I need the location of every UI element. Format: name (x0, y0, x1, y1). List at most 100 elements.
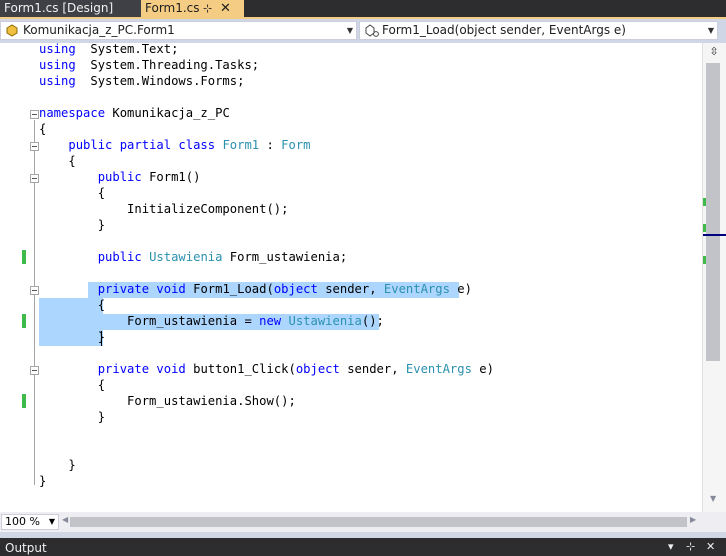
vertical-scrollbar[interactable]: ⇳ ▼ (702, 43, 726, 512)
code-text: Komunikacja_z_PC (105, 106, 230, 120)
method-icon (364, 23, 380, 42)
code-line[interactable]: public Form1() (39, 169, 201, 185)
code-keyword: using (39, 42, 76, 56)
code-line[interactable]: } (39, 473, 46, 489)
output-menu-icon[interactable]: ▾ (668, 540, 674, 553)
horizontal-scroll-thumb[interactable] (70, 517, 687, 527)
code-line[interactable]: { (39, 377, 105, 393)
code-text: (); (361, 314, 384, 328)
collapse-namespace-icon[interactable] (30, 110, 39, 119)
chevron-down-icon: ▼ (346, 26, 353, 35)
tab-form1-cs[interactable]: Form1.cs ⊹ ✕ (141, 0, 244, 17)
change-marker (22, 394, 26, 408)
code-type-name: Ustawienia (149, 250, 223, 264)
code-line[interactable]: using System.Text; (39, 41, 178, 57)
code-line[interactable]: namespace Komunikacja_z_PC (39, 105, 230, 121)
code-text: Form_ustawienia = (39, 314, 260, 328)
code-line[interactable]: public partial class Form1 : Form (39, 137, 311, 153)
code-keyword: using (39, 74, 76, 88)
code-line[interactable]: } (39, 409, 105, 425)
code-text: System.Windows.Forms; (75, 74, 245, 88)
code-line[interactable]: public Ustawienia Form_ustawienia; (39, 249, 348, 265)
text-caret (101, 331, 102, 346)
code-keyword: object (295, 362, 340, 376)
output-panel-title[interactable]: Output (5, 540, 47, 556)
member-dropdown-value: Form1_Load(object sender, EventArgs e) (382, 23, 626, 37)
code-keyword: public partial class (68, 138, 216, 152)
code-keyword: using (39, 58, 76, 72)
code-line[interactable]: { (39, 153, 76, 169)
code-line[interactable]: { (39, 297, 105, 313)
change-map-marker (703, 256, 706, 264)
code-text: } (39, 458, 76, 472)
class-dropdown[interactable]: Komunikacja_z_PC.Form1 ▼ (0, 21, 357, 40)
code-line[interactable]: } (39, 217, 105, 233)
code-text: Form_ustawienia; (222, 250, 348, 264)
pin-tab-icon[interactable]: ⊹ (203, 0, 212, 17)
tab-label: Form1.cs [Design] (4, 1, 114, 15)
code-text: { (39, 298, 106, 312)
code-text: : (259, 138, 282, 152)
code-line[interactable]: } (39, 457, 76, 473)
code-line[interactable]: { (39, 185, 105, 201)
code-line[interactable]: private void Form1_Load(object sender, E… (39, 281, 472, 297)
code-line[interactable]: private void button1_Click(object sender… (39, 361, 494, 377)
chevron-down-icon: ▼ (48, 517, 55, 526)
code-line[interactable]: using System.Windows.Forms; (39, 73, 244, 89)
pin-panel-icon[interactable]: ⊹ (686, 540, 695, 553)
code-text: } (39, 218, 106, 232)
tab-form1-design[interactable]: Form1.cs [Design] (0, 0, 144, 17)
code-text: button1_Click( (185, 362, 296, 376)
code-text: { (39, 122, 47, 136)
code-text: { (39, 378, 106, 392)
member-dropdown[interactable]: Form1_Load(object sender, EventArgs e) ▼ (359, 21, 718, 40)
code-type-name: EventArgs (405, 362, 472, 376)
collapse-method-icon[interactable] (30, 366, 39, 375)
split-window-icon[interactable]: ⇳ (707, 45, 721, 58)
code-keyword: public (97, 170, 142, 184)
code-keyword: object (273, 282, 318, 296)
collapse-method-icon[interactable] (30, 286, 39, 295)
code-type-name: Form (281, 138, 311, 152)
code-line[interactable]: { (39, 121, 46, 137)
code-type-name: EventArgs (383, 282, 450, 296)
change-map-marker (703, 198, 706, 206)
code-editor[interactable]: using System.Text; using System.Threading… (0, 41, 702, 512)
code-text: sender, (317, 282, 384, 296)
code-text: Form_ustawienia.Show(); (39, 394, 296, 408)
close-panel-icon[interactable]: ✕ (706, 540, 715, 553)
code-line[interactable]: InitializeComponent(); (39, 201, 288, 217)
code-text: Form1() (141, 170, 201, 184)
scroll-down-icon[interactable]: ▼ (710, 494, 716, 503)
code-text: { (39, 154, 76, 168)
caret-position-marker (703, 234, 726, 236)
code-text: System.Text; (75, 42, 179, 56)
code-type-name: Form1 (222, 138, 260, 152)
code-text: e) (471, 362, 494, 376)
code-line[interactable]: Form_ustawienia.Show(); (39, 393, 296, 409)
change-marker (22, 250, 26, 264)
class-icon (5, 23, 19, 42)
code-text: System.Threading.Tasks; (75, 58, 260, 72)
code-keyword: new (259, 314, 282, 328)
collapse-constructor-icon[interactable] (30, 174, 39, 183)
chevron-down-icon: ▼ (707, 26, 714, 35)
code-text: e) (449, 282, 472, 296)
vertical-scroll-thumb[interactable] (706, 63, 720, 361)
scroll-left-icon[interactable]: ◀ (62, 515, 68, 524)
scroll-right-icon[interactable]: ▶ (690, 515, 696, 524)
code-line[interactable]: using System.Threading.Tasks; (39, 57, 259, 73)
close-tab-icon[interactable]: ✕ (220, 0, 231, 17)
zoom-dropdown[interactable]: 100 % ▼ (1, 514, 59, 530)
zoom-value: 100 % (5, 515, 40, 528)
editor-bottom-bar: 100 % ▼ ◀ ▶ (0, 512, 726, 532)
code-line[interactable]: Form_ustawienia = new Ustawienia(); (39, 313, 384, 329)
change-marker (22, 314, 26, 328)
collapse-class-icon[interactable] (30, 142, 39, 151)
code-type-name: Ustawienia (288, 314, 362, 328)
code-line[interactable]: } (39, 329, 105, 345)
